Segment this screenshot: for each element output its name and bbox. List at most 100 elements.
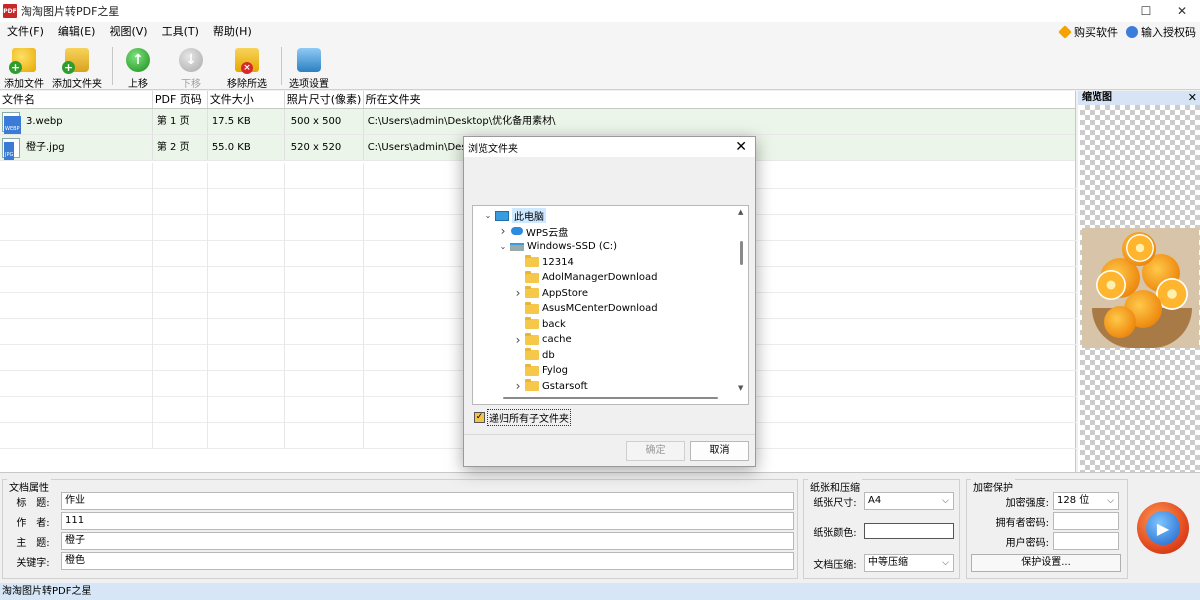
folder-tree: ⌄ 此电脑 › WPS云盘 ⌄ Windows-SSD (C:) 12314 AdolMana… [472, 205, 749, 405]
jpg-file-icon: JPG [2, 137, 20, 160]
add-folder-button[interactable]: + 添加文件夹 [48, 42, 106, 90]
tree-item-label: AppStore [542, 287, 588, 299]
cancel-button[interactable]: 取消 [690, 441, 749, 461]
tree-item-label: db [542, 349, 555, 361]
close-window-button[interactable]: ✕ [1164, 0, 1200, 22]
keywords-label: 关键字: [16, 557, 50, 569]
buy-software-label: 购买软件 [1074, 26, 1118, 39]
tree-item-label: Windows-SSD (C:) [527, 241, 617, 252]
tree-item[interactable]: › AppStore [513, 286, 588, 301]
header-folder[interactable]: 所在文件夹 [364, 91, 1075, 108]
buy-software-link[interactable]: 购买软件 [1058, 24, 1118, 40]
chevron-down-icon[interactable]: ⌄ [483, 211, 493, 220]
menu-edit[interactable]: 编辑(E) [51, 22, 103, 42]
chevron-right-icon[interactable]: › [513, 286, 523, 300]
window-controls: ☐ ✕ [1128, 0, 1200, 22]
compression-select[interactable]: 中等压缩 ⌵ [864, 554, 954, 572]
move-down-label: 下移 [181, 79, 201, 90]
move-up-button[interactable]: ↑ 上移 [113, 42, 163, 90]
tree-item-label: cache [542, 334, 572, 345]
encryption-group: 加密保护 加密强度: 128 位 ⌵ 拥有者密码: 用户密码: 保护设置... [966, 479, 1128, 579]
strength-select[interactable]: 128 位 ⌵ [1053, 492, 1119, 510]
keywords-input[interactable]: 橙色 [61, 552, 794, 570]
enter-license-link[interactable]: 输入授权码 [1126, 24, 1196, 40]
table-header: 文件名 PDF 页码 文件大小 照片尺寸(像素) 所在文件夹 [0, 91, 1075, 109]
chevron-right-icon[interactable]: › [513, 379, 523, 393]
user-password-input[interactable] [1053, 532, 1119, 550]
strength-value: 128 位 [1057, 495, 1090, 506]
paper-size-select[interactable]: A4 ⌵ [864, 492, 954, 510]
tree-horizontal-scrollbar[interactable] [473, 392, 738, 404]
menu-bar: 文件(F) 编辑(E) 视图(V) 工具(T) 帮助(H) 购买软件 输入授权码 [0, 22, 1200, 42]
chevron-down-icon[interactable]: ⌄ [498, 242, 508, 251]
title-bar: PDF 淘淘图片转PDF之星 ☐ ✕ [0, 0, 1200, 22]
enter-license-label: 输入授权码 [1141, 26, 1196, 39]
cell-page: 第 2 页 [153, 135, 208, 160]
remove-selected-label: 移除所选 [227, 79, 267, 90]
dialog-title: 浏览文件夹 [468, 144, 518, 155]
cell-size: 17.5 KB [208, 109, 285, 134]
ok-button[interactable]: 确定 [626, 441, 685, 461]
tree-item[interactable]: › cache [513, 332, 572, 347]
tree-item-label: WPS云盘 [526, 227, 569, 239]
table-row[interactable]: WEBP 3.webp 第 1 页 17.5 KB 500 x 500 C:\U… [0, 109, 1075, 135]
menu-tools[interactable]: 工具(T) [155, 22, 206, 42]
recursive-subfolders-option[interactable]: ✓ 递归所有子文件夹 [474, 409, 571, 426]
add-file-button[interactable]: + 添加文件 [0, 42, 48, 90]
tree-item[interactable]: 12314 [513, 255, 574, 270]
menu-file[interactable]: 文件(F) [0, 22, 51, 42]
tree-item-label: Fylog [542, 365, 568, 376]
header-file-size[interactable]: 文件大小 [208, 91, 285, 108]
title-input[interactable]: 作业 [61, 492, 794, 510]
arrow-down-icon: ↓ [179, 48, 203, 72]
owner-password-label: 拥有者密码: [995, 517, 1049, 529]
cell-size: 55.0 KB [208, 135, 285, 160]
folder-icon [525, 332, 539, 345]
convert-start-button[interactable]: ▶ [1137, 502, 1189, 554]
move-down-button[interactable]: ↓ 下移 [163, 42, 219, 90]
tree-item[interactable]: › WPS云盘 [498, 224, 569, 239]
maximize-button[interactable]: ☐ [1128, 0, 1164, 22]
chevron-right-icon[interactable]: › [513, 333, 523, 347]
chevron-right-icon[interactable]: › [498, 224, 508, 238]
close-icon[interactable]: ✕ [735, 137, 747, 157]
thumbnail-header: 缩览图 ✕ [1078, 91, 1200, 105]
tree-item[interactable]: ⌄ 此电脑 [483, 208, 546, 223]
chevron-down-icon: ⌵ [942, 558, 949, 568]
remove-selected-button[interactable]: × 移除所选 [219, 42, 275, 90]
arrow-up-icon: ↑ [126, 48, 150, 72]
menu-help[interactable]: 帮助(H) [206, 22, 259, 42]
owner-password-input[interactable] [1053, 512, 1119, 530]
tree-item[interactable]: Fylog [513, 363, 568, 378]
key-icon [1126, 26, 1138, 38]
recursive-checkbox[interactable]: ✓ [474, 412, 485, 423]
header-pdf-page[interactable]: PDF 页码 [153, 91, 208, 108]
paper-size-label: 纸张尺寸: [813, 497, 857, 509]
author-label: 作 者: [16, 517, 50, 529]
folder-icon [525, 363, 539, 376]
tree-item[interactable]: ⌄ Windows-SSD (C:) [498, 239, 617, 254]
tree-vertical-scrollbar[interactable]: ▲ ▼ [736, 206, 748, 404]
tree-item[interactable]: db [513, 348, 555, 363]
paper-color-swatch[interactable] [864, 523, 954, 539]
title-label: 标 题: [16, 497, 50, 509]
cell-filename: JPG 橙子.jpg [0, 135, 153, 160]
cell-dims: 500 x 500 [285, 109, 364, 134]
header-filename[interactable]: 文件名 [0, 91, 153, 108]
cell-folder: C:\Users\admin\Desktop\优化备用素材\ [367, 116, 556, 127]
filename-text: 3.webp [26, 115, 63, 127]
webp-file-icon: WEBP [2, 111, 21, 134]
add-folder-label: 添加文件夹 [52, 79, 102, 90]
tree-item[interactable]: AsusMCenterDownload [513, 301, 658, 316]
tree-item[interactable]: AdolManagerDownload [513, 270, 657, 285]
tree-item[interactable]: back [513, 317, 566, 332]
subject-input[interactable]: 橙子 [61, 532, 794, 550]
protection-settings-button[interactable]: 保护设置... [971, 554, 1121, 572]
options-button[interactable]: 选项设置 [282, 42, 336, 90]
header-photo-size[interactable]: 照片尺寸(像素) [285, 91, 364, 108]
menu-view[interactable]: 视图(V) [102, 22, 154, 42]
close-icon[interactable]: ✕ [1188, 91, 1197, 105]
author-input[interactable]: 111 [61, 512, 794, 530]
status-bar: 淘淘图片转PDF之星 [0, 583, 1200, 600]
remove-file-icon: × [235, 48, 259, 74]
